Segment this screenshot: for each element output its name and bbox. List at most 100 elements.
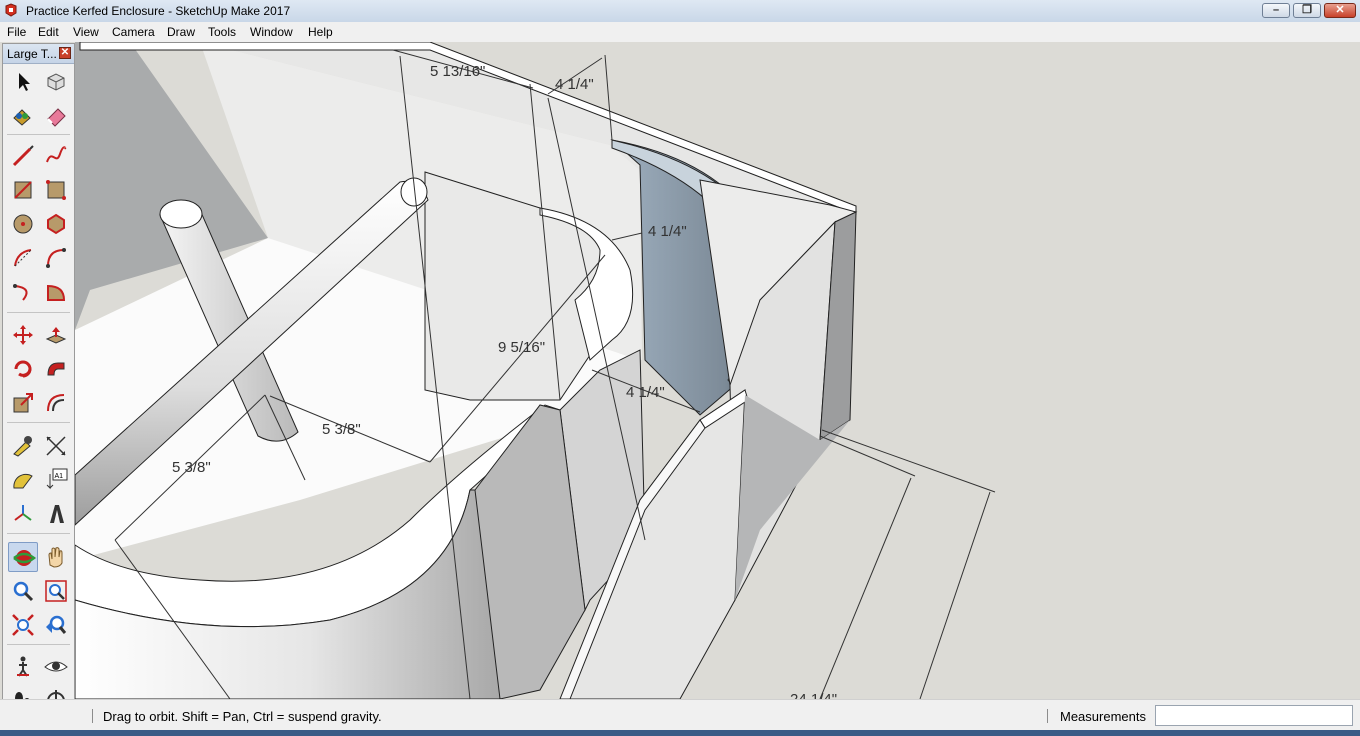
zoom-tool[interactable] [8, 576, 38, 606]
dimension-label-4: 9 5/16" [498, 339, 545, 356]
rectangle-icon [14, 181, 32, 199]
3d-text-tool[interactable] [41, 499, 71, 529]
make-component-tool[interactable] [41, 67, 71, 97]
palette-separator [7, 422, 70, 423]
status-separator [92, 709, 93, 723]
zoom-extents-tool[interactable] [8, 610, 38, 640]
palette-close-button[interactable]: ✕ [59, 47, 71, 59]
dimension-label-2: 4 1/4" [555, 76, 594, 93]
circle-icon [13, 214, 33, 234]
text-tool-glyph: A1 [55, 473, 64, 480]
protractor-icon [13, 473, 33, 489]
position-camera-icon [17, 656, 29, 677]
offset-tool[interactable] [41, 388, 71, 418]
dimension-icon [46, 436, 66, 456]
menu-bar: File Edit View Camera Draw Tools Window … [0, 22, 1360, 43]
pan-tool[interactable] [41, 542, 71, 572]
eraser-tool[interactable] [41, 101, 71, 131]
tape-measure-icon [13, 436, 32, 457]
zoom-window-icon [45, 580, 67, 602]
three-point-arc-tool[interactable] [8, 277, 38, 307]
select-tool[interactable] [8, 67, 38, 97]
tape-measure-tool[interactable] [8, 431, 38, 461]
3d-text-icon [50, 505, 64, 523]
measurements-input[interactable] [1155, 705, 1353, 726]
scale-icon [13, 393, 33, 413]
offset-icon [47, 394, 65, 412]
rectangle-tool[interactable] [8, 175, 38, 205]
menu-file[interactable]: File [7, 25, 26, 39]
paint-bucket-icon [13, 109, 31, 126]
status-bar: Drag to orbit. Shift = Pan, Ctrl = suspe… [0, 699, 1360, 731]
modeling-viewport[interactable]: 5 13/16" 4 1/4" 4 1/4" 9 5/16" 4 1/4" 5 … [0, 42, 1360, 699]
push-pull-tool[interactable] [41, 320, 71, 350]
rotate-icon [14, 360, 32, 378]
line-icon [12, 145, 34, 167]
menu-tools[interactable]: Tools [208, 25, 236, 39]
palette-title: Large T... [7, 47, 57, 61]
taskbar-strip [0, 730, 1360, 736]
rotated-rectangle-icon [46, 180, 66, 200]
orbit-icon [13, 550, 36, 566]
maximize-icon: ❐ [1302, 4, 1312, 16]
text-tool[interactable]: A1 [41, 465, 71, 495]
orbit-tool[interactable] [8, 542, 38, 572]
sketchup-logo-icon [5, 3, 17, 17]
arc-tool[interactable] [8, 243, 38, 273]
rotate-tool[interactable] [8, 354, 38, 384]
zoom-window-tool[interactable] [41, 576, 71, 606]
line-tool[interactable] [8, 141, 38, 171]
maximize-button[interactable]: ❐ [1293, 3, 1321, 18]
axes-tool[interactable] [8, 499, 38, 529]
title-bar: Practice Kerfed Enclosure - SketchUp Mak… [0, 0, 1360, 23]
two-point-arc-tool[interactable] [41, 243, 71, 273]
vertical-post-top [159, 199, 203, 229]
menu-draw[interactable]: Draw [167, 25, 195, 39]
make-component-icon [47, 73, 65, 91]
zoom-icon [13, 581, 34, 602]
polygon-icon [47, 213, 65, 235]
palette-header[interactable]: Large T... ✕ [3, 44, 74, 64]
close-icon: ✕ [1335, 4, 1345, 16]
palette-separator [7, 134, 70, 135]
position-camera-tool[interactable] [8, 652, 38, 682]
close-button[interactable]: ✕ [1324, 3, 1356, 18]
palette-separator [7, 644, 70, 645]
dimension-label-8: 24 1/4" [790, 691, 837, 699]
move-tool[interactable] [8, 320, 38, 350]
dimension-label-3: 4 1/4" [648, 223, 687, 240]
scale-tool[interactable] [8, 388, 38, 418]
zoom-extents-icon [12, 614, 34, 636]
pie-tool[interactable] [41, 277, 71, 307]
two-point-arc-icon [46, 248, 66, 268]
eraser-icon [47, 108, 66, 127]
minimize-icon: – [1272, 4, 1280, 16]
large-tool-set-palette: Large T... ✕ A1 [2, 43, 75, 718]
look-around-icon [44, 661, 68, 672]
menu-view[interactable]: View [73, 25, 99, 39]
palette-separator [7, 533, 70, 534]
three-point-arc-icon [13, 284, 28, 301]
freehand-tool[interactable] [41, 141, 71, 171]
move-icon [13, 325, 33, 345]
dimension-label-1: 5 13/16" [430, 63, 485, 80]
menu-camera[interactable]: Camera [112, 25, 155, 39]
follow-me-tool[interactable] [41, 354, 71, 384]
freehand-icon [46, 146, 67, 163]
protractor-tool[interactable] [8, 465, 38, 495]
status-text: Drag to orbit. Shift = Pan, Ctrl = suspe… [103, 709, 382, 724]
look-around-tool[interactable] [41, 652, 71, 682]
previous-view-icon [46, 615, 67, 634]
menu-window[interactable]: Window [250, 25, 293, 39]
rotated-rectangle-tool[interactable] [41, 175, 71, 205]
menu-edit[interactable]: Edit [38, 25, 59, 39]
previous-view-tool[interactable] [41, 610, 71, 640]
dimension-tool[interactable] [41, 431, 71, 461]
paint-bucket-tool[interactable] [8, 101, 38, 131]
pan-icon [48, 547, 63, 568]
menu-help[interactable]: Help [308, 25, 333, 39]
circle-tool[interactable] [8, 209, 38, 239]
minimize-button[interactable]: – [1262, 3, 1290, 18]
polygon-tool[interactable] [41, 209, 71, 239]
select-icon [19, 73, 30, 91]
